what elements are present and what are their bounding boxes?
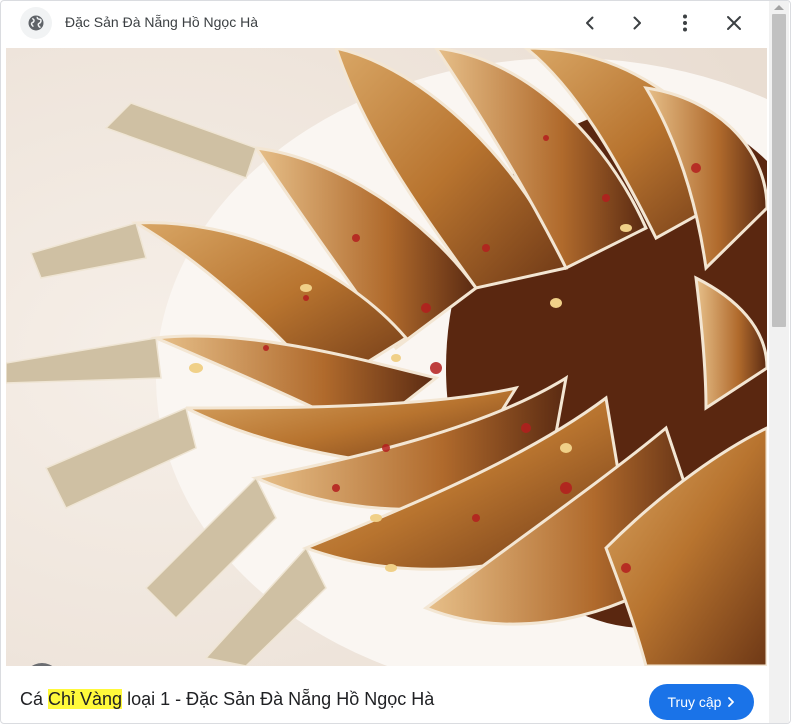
scroll-up-arrow-icon[interactable]	[774, 5, 784, 10]
preview-image[interactable]	[6, 48, 767, 666]
chevron-right-icon	[633, 16, 641, 30]
image-caption[interactable]: Cá Chỉ Vàng loại 1 - Đặc Sản Đà Nẵng Hồ …	[20, 689, 434, 710]
close-button[interactable]	[720, 9, 748, 37]
caption-highlight: Chỉ Vàng	[48, 689, 123, 709]
more-vert-icon	[683, 14, 687, 32]
next-button[interactable]	[623, 9, 651, 37]
image-preview-panel: Đặc Sản Đà Nẵng Hồ Ngọc Hà Cá Chỉ Vàng l…	[0, 0, 791, 724]
close-icon	[727, 16, 741, 30]
chevron-right-icon	[728, 697, 735, 707]
visit-button-label: Truy cập	[667, 694, 722, 710]
visit-button[interactable]: Truy cập	[649, 684, 754, 720]
scrollbar[interactable]	[769, 1, 789, 723]
preview-header: Đặc Sản Đà Nẵng Hồ Ngọc Hà	[1, 1, 769, 45]
caption-suffix: loại 1 - Đặc Sản Đà Nẵng Hồ Ngọc Hà	[122, 689, 435, 709]
caption-prefix: Cá	[20, 689, 49, 709]
previous-button[interactable]	[576, 9, 604, 37]
globe-icon	[20, 7, 52, 39]
more-options-button[interactable]	[671, 9, 699, 37]
dried-fish-photo	[6, 48, 767, 666]
site-name[interactable]: Đặc Sản Đà Nẵng Hồ Ngọc Hà	[65, 14, 258, 30]
scrollbar-thumb[interactable]	[772, 14, 786, 327]
chevron-left-icon	[586, 16, 594, 30]
